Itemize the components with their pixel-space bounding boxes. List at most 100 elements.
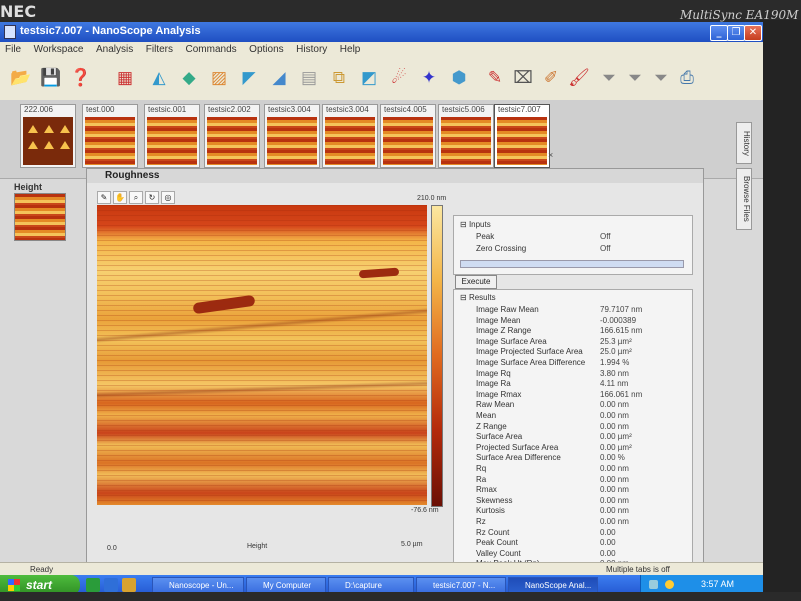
execute-button[interactable]: Execute	[455, 275, 497, 289]
monitor-brand: NEC	[0, 2, 37, 21]
input-row-peak[interactable]: Peak Off	[454, 232, 692, 242]
quicklaunch-folder-icon[interactable]	[122, 578, 136, 592]
height-channel-thumbnail[interactable]	[14, 193, 66, 241]
export-icon[interactable]: ⎙	[674, 64, 700, 92]
minimize-button[interactable]: _	[710, 25, 728, 41]
speaker-icon[interactable]	[665, 580, 674, 589]
input-row-zero-crossing[interactable]: Zero Crossing Off	[454, 244, 692, 254]
menu-commands[interactable]: Commands	[181, 42, 242, 57]
color-scale-bar	[431, 205, 443, 507]
height-channel-panel[interactable]: Height	[14, 182, 70, 242]
menu-analysis[interactable]: Analysis	[91, 42, 138, 57]
result-key: Rq	[476, 464, 487, 473]
result-row: Image Surface Area 25.3 µm²	[454, 337, 692, 347]
menu-file[interactable]: File	[0, 42, 26, 57]
depth-icon[interactable]: ◢	[266, 64, 292, 92]
result-key: Image Surface Area	[476, 336, 547, 346]
quicklaunch-browser-icon[interactable]	[104, 578, 118, 592]
window-titlebar[interactable]: testsic7.007 - NanoScope Analysis _ ❐ ✕	[0, 22, 763, 42]
section-icon[interactable]: ▨	[206, 64, 232, 92]
result-value: 0.00 nm	[600, 474, 629, 484]
zoom-icon[interactable]: ⌕	[129, 191, 143, 204]
roughness-title-bar[interactable]: Roughness	[87, 169, 703, 183]
network-icon[interactable]	[649, 580, 658, 589]
thumbnail-testsic-001[interactable]: testsic.001	[144, 104, 200, 168]
result-key: Image Raw Mean	[476, 305, 539, 314]
menu-help[interactable]: Help	[335, 42, 366, 57]
result-row: Image Projected Surface Area 25.0 µm²	[454, 347, 692, 357]
task-nanoscope-un[interactable]: Nanoscope - Un...	[152, 577, 244, 593]
result-value: 0.00 nm	[600, 411, 629, 420]
eraser-icon[interactable]: ✎	[482, 64, 508, 92]
result-row: Rz 0.00 nm	[454, 517, 692, 527]
thumbnail-testsic3-004b[interactable]: testsic3.004	[322, 104, 378, 168]
task-capture-folder[interactable]: D:\capture	[328, 577, 414, 593]
task-my-computer[interactable]: My Computer	[246, 577, 326, 593]
result-key: Ra	[476, 474, 487, 484]
thumbnail-test-000[interactable]: test.000	[82, 104, 138, 168]
spectrum-icon[interactable]: ✦	[416, 64, 442, 92]
result-value: 0.00 nm	[600, 485, 629, 495]
step-icon[interactable]: ▤	[296, 64, 322, 92]
result-value: 166.615 nm	[600, 326, 643, 336]
plane-fit-icon[interactable]: ◆	[176, 64, 202, 92]
filter-median-icon[interactable]: ⏷	[648, 64, 674, 92]
thumbnail-testsic2-002[interactable]: testsic2.002	[204, 104, 260, 168]
roughness-tool-icon[interactable]: ◩	[356, 64, 382, 92]
side-tabs: History Browse Files	[736, 122, 752, 232]
colorbar-max-label: 210.0 nm	[417, 195, 447, 202]
maximize-button[interactable]: ❐	[727, 25, 745, 41]
tab-browse-files[interactable]: Browse Files	[736, 168, 752, 230]
thumbnail-image	[147, 117, 197, 165]
hand-icon[interactable]: ✋	[113, 191, 127, 204]
result-value: 79.7107 nm	[600, 305, 643, 314]
thumbnail-testsic7-007[interactable]: testsic7.007	[494, 104, 550, 168]
thumbnail-image	[23, 117, 73, 165]
afm-height-image[interactable]	[97, 205, 427, 505]
thumbnail-testsic4-005[interactable]: testsic4.005	[380, 104, 436, 168]
tab-history[interactable]: History	[736, 122, 752, 164]
save-icon[interactable]: 💾	[38, 64, 64, 92]
bearing-icon[interactable]: ◤	[236, 64, 262, 92]
menu-history[interactable]: History	[291, 42, 332, 57]
open-folder-icon[interactable]: 📂	[8, 64, 34, 92]
rotate-icon[interactable]: ↻	[145, 191, 159, 204]
screen: testsic7.007 - NanoScope Analysis _ ❐ ✕ …	[0, 22, 763, 595]
menu-options[interactable]: Options	[244, 42, 288, 57]
inputs-scrollbar[interactable]	[460, 260, 684, 268]
windows-logo-icon	[8, 579, 20, 591]
result-key: Image Rq	[476, 368, 511, 378]
reset-icon[interactable]: ◎	[161, 191, 175, 204]
close-button[interactable]: ✕	[744, 25, 762, 41]
result-key: Image Projected Surface Area	[476, 347, 583, 357]
result-row: Image Raw Mean 79.7107 nm	[454, 305, 692, 315]
brush-icon[interactable]: 🖌	[566, 64, 592, 92]
task-nanoscope-analysis[interactable]: NanoScope Anal...	[508, 577, 598, 593]
pencil-icon[interactable]: ✐	[538, 64, 564, 92]
crop-icon[interactable]: ⌧	[510, 64, 536, 92]
grid-plot-icon[interactable]: ▦	[112, 64, 138, 92]
flatten-icon[interactable]: ◭	[146, 64, 172, 92]
close-thumbnail-icon[interactable]: ×	[548, 150, 553, 160]
menu-workspace[interactable]: Workspace	[29, 42, 89, 57]
result-value: 0.00 nm	[600, 400, 629, 410]
filter-icon[interactable]: ⏷	[596, 64, 622, 92]
thumbnail-testsic3-004[interactable]: testsic3.004	[264, 104, 320, 168]
result-value: 166.061 nm	[600, 389, 643, 399]
result-value: 0.00 µm²	[600, 432, 632, 442]
psd-icon[interactable]: ☄	[386, 64, 412, 92]
help-icon[interactable]: ❓	[68, 64, 94, 92]
quicklaunch-desktop-icon[interactable]	[86, 578, 100, 592]
view-3d-icon[interactable]: ⬢	[446, 64, 472, 92]
particle-icon[interactable]: ⧉	[326, 64, 352, 92]
menu-filters[interactable]: Filters	[141, 42, 178, 57]
result-row: Valley Count 0.00	[454, 549, 692, 559]
axis-right-label: 5.0 µm	[401, 541, 423, 548]
result-value: 1.994 %	[600, 358, 630, 367]
filter-lowpass-icon[interactable]: ⏷	[622, 64, 648, 92]
pencil-icon[interactable]: ✎	[97, 191, 111, 204]
task-testsic7[interactable]: testsic7.007 - N...	[416, 577, 506, 593]
thumbnail-222-006[interactable]: 222.006	[20, 104, 76, 168]
result-row: Image Mean -0.000389	[454, 316, 692, 326]
thumbnail-testsic5-006[interactable]: testsic5.006	[438, 104, 494, 168]
